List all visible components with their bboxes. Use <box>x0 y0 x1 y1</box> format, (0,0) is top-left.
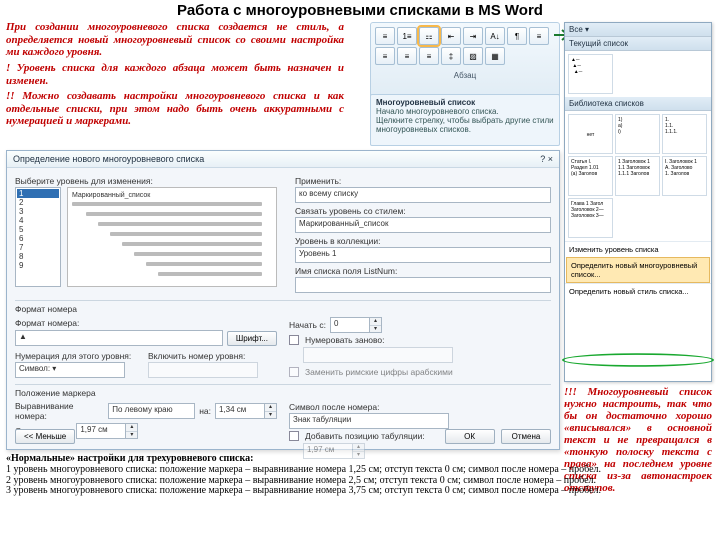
lbl-at: на: <box>199 406 211 416</box>
lbl-after: Символ после номера: <box>289 402 551 412</box>
sort-button[interactable]: A↓ <box>485 27 505 45</box>
apply-combobox[interactable]: ко всему списку <box>295 187 551 203</box>
lbl-coll: Уровень в коллекции: <box>295 236 551 246</box>
lbl-numfor: Нумерация для этого уровня: <box>15 351 144 361</box>
align-right-button[interactable]: ≡ <box>397 47 417 65</box>
numbered-list-button[interactable]: 1≡ <box>397 27 417 45</box>
collection-combobox[interactable]: Уровень 1 <box>295 247 551 263</box>
lbl-align: Выравнивание номера: <box>15 401 104 421</box>
dd-current-item[interactable]: ▲─ ▲─ ▲─ <box>568 54 613 94</box>
intro-text: При создании многоуровневого списка созд… <box>0 21 350 128</box>
listnum-input[interactable] <box>295 277 551 293</box>
dd-item-4[interactable]: 1 Заголовок 11.1 Заголовок1.1.1 Заголов <box>615 156 660 196</box>
define-list-dialog: Определение нового многоуровневого списк… <box>6 150 560 450</box>
dd-define-new-style[interactable]: Определить новый стиль списка... <box>565 283 711 299</box>
cancel-button[interactable]: Отмена <box>501 429 551 444</box>
include-combobox[interactable] <box>148 362 258 378</box>
dd-define-new-list[interactable]: Определить новый многоуровневый список..… <box>566 257 710 283</box>
start-spinner[interactable]: ▴▾ <box>370 317 382 333</box>
ribbon-tooltip: Многоуровневый список Начало многоуровне… <box>370 94 560 146</box>
increase-indent-button[interactable]: ⇥ <box>463 27 483 45</box>
dd-item-6[interactable]: Глава 1 ЗаголЗаголовок 2—Заголовок 3— <box>568 198 613 238</box>
lbl-start: Начать с: <box>289 320 326 330</box>
restart-combobox[interactable] <box>303 347 453 363</box>
tooltip-line2: Щелкните стрелку, чтобы выбрать другие с… <box>376 116 554 134</box>
tooltip-line1: Начало многоуровневого списка. <box>376 107 554 116</box>
bottom-l1: 1 уровень многоуровневого списка: положе… <box>6 465 714 476</box>
dd-none[interactable]: нет <box>568 114 613 154</box>
align-center-button[interactable]: ≡ <box>375 47 395 65</box>
after-combobox[interactable]: Знак табуляции <box>289 413 449 429</box>
list-preview: Маркированный_список <box>67 187 277 287</box>
numbering-combobox[interactable]: Символ: ▾ <box>15 362 125 378</box>
shading-button[interactable]: ▨ <box>463 47 483 65</box>
dialog-titlebar: Определение нового многоуровневого списк… <box>7 151 559 168</box>
font-button[interactable]: Шрифт... <box>227 331 277 346</box>
lbl-replace: Заменить римские цифры арабскими <box>305 367 453 377</box>
link-style-combobox[interactable]: Маркированный_список <box>295 217 551 233</box>
borders-button[interactable]: ▦ <box>485 47 505 65</box>
intro-p3: !! Можно создавать настройки многоуровне… <box>6 90 344 128</box>
level-listbox[interactable]: 1 23 45 67 89 <box>15 187 61 287</box>
ribbon-caption: Абзац <box>371 69 559 80</box>
ok-button[interactable]: ОК <box>445 429 495 444</box>
start-input[interactable]: 0 <box>330 317 370 333</box>
dd-item-3[interactable]: Статья I.Раздел 1.01(a) Заголов <box>568 156 613 196</box>
bullet-list-button[interactable]: ≡ <box>375 27 395 45</box>
lbl-include: Включить номер уровня: <box>148 351 277 361</box>
replace-checkbox[interactable] <box>289 367 299 377</box>
at-spinner[interactable]: ▴▾ <box>265 403 277 419</box>
dd-item-1[interactable]: 1)a)i) <box>615 114 660 154</box>
justify-button[interactable]: ≡ <box>419 47 439 65</box>
align-left-button[interactable]: ≡ <box>529 27 549 45</box>
dialog-help-icon[interactable]: ? <box>540 154 545 164</box>
intro-p2: ! Уровень списка для каждого абзаца може… <box>6 62 344 87</box>
dd-top[interactable]: Все ▾ <box>565 23 711 37</box>
bottom-l3: 3 уровень многоуровневого списка: положе… <box>6 486 714 497</box>
dd-current-list: Текущий список <box>565 37 711 51</box>
at-input[interactable]: 1,34 см <box>215 403 265 419</box>
decrease-indent-button[interactable]: ⇤ <box>441 27 461 45</box>
lbl-restart: Нумеровать заново: <box>305 335 385 345</box>
lbl-link: Связать уровень со стилем: <box>295 206 551 216</box>
multilevel-list-button[interactable]: ⚏ <box>419 27 439 45</box>
bottom-instructions: «Нормальные» настройки для трехуровневог… <box>6 454 714 497</box>
lbl-format: Формат номера: <box>15 318 277 328</box>
lbl-apply: Применить: <box>295 176 551 186</box>
intro-p1: При создании многоуровневого списка созд… <box>6 21 344 59</box>
dd-change-level[interactable]: Изменить уровень списка <box>565 241 711 257</box>
lbl-level: Выберите уровень для изменения: <box>15 176 285 186</box>
dd-item-2[interactable]: 1.1.1.1.1.1. <box>662 114 707 154</box>
dialog-title-text: Определение нового многоуровневого списк… <box>13 154 204 164</box>
dialog-close-icon[interactable]: × <box>548 154 553 164</box>
restart-checkbox[interactable] <box>289 335 299 345</box>
dd-library: Библиотека списков <box>565 97 711 111</box>
format-input[interactable]: ▲ <box>15 330 223 346</box>
multilevel-list-dropdown: Все ▾ Текущий список ▲─ ▲─ ▲─ Библиотека… <box>564 22 712 382</box>
show-marks-button[interactable]: ¶ <box>507 27 527 45</box>
line-spacing-button[interactable]: ‡ <box>441 47 461 65</box>
tooltip-header: Многоуровневый список <box>376 98 554 107</box>
dd-item-5[interactable]: I. Заголовок 1A. Заголово1. Заголов <box>662 156 707 196</box>
align-combobox[interactable]: По левому краю <box>108 403 195 419</box>
position-header: Положение маркера <box>15 388 551 398</box>
less-button[interactable]: << Меньше <box>15 429 75 444</box>
format-header: Формат номера <box>15 304 551 314</box>
lbl-listnum: Имя списка поля ListNum: <box>295 266 551 276</box>
page-title: Работа с многоуровневыми списками в MS W… <box>0 0 720 21</box>
